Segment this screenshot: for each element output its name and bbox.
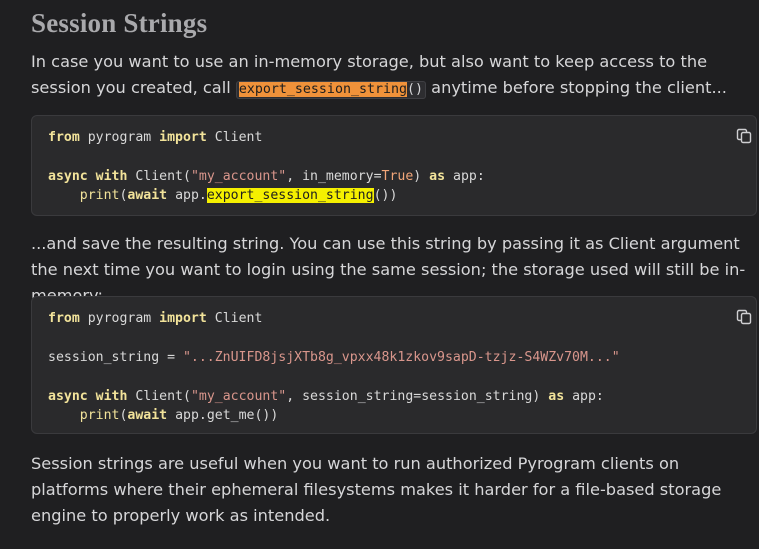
outro-paragraph: Session strings are useful when you want…	[31, 454, 722, 525]
copy-icon	[736, 128, 752, 144]
code-line: from pyrogram import Client	[48, 130, 262, 145]
code-string: "my_account"	[190, 388, 287, 404]
code-block-session-string-source: from pyrogram import Client session_stri…	[48, 309, 620, 425]
code-line: print(await app.get_me())	[48, 408, 279, 424]
code-line: print(await app.export_session_string())	[48, 188, 398, 204]
code-text: , session_string=session_string)	[286, 388, 549, 404]
code-block-export-source: from pyrogram import Client async with C…	[48, 128, 485, 206]
code-text: app:	[564, 388, 604, 404]
code-text: app.get_me())	[167, 408, 279, 424]
code-string: "...ZnUIFD8jsjXTb8g_vpxx48k1zkov9sapD-tz…	[182, 349, 620, 365]
code-block-export: from pyrogram import Client async with C…	[31, 115, 757, 216]
code-keyword: with	[95, 388, 128, 404]
code-text: Client(	[127, 168, 191, 184]
code-line: async with Client("my_account", session_…	[48, 389, 604, 404]
copy-button[interactable]	[736, 309, 752, 325]
code-keyword: await	[127, 408, 168, 424]
code-line: from pyrogram import Client	[48, 311, 262, 326]
copy-button[interactable]	[736, 128, 752, 144]
code-builtin: print	[79, 408, 120, 424]
code-text: session_string =	[48, 349, 183, 365]
code-line: session_string = "...ZnUIFD8jsjXTb8g_vpx…	[48, 350, 620, 365]
code-keyword: from	[48, 130, 80, 145]
intro-text-after: anytime before stopping the client...	[426, 78, 727, 97]
code-text: app.	[167, 188, 207, 204]
code-constant: True	[381, 168, 414, 184]
code-text: pyrogram	[79, 311, 160, 326]
inline-code-highlight: export_session_string	[238, 82, 407, 97]
code-keyword: with	[95, 168, 128, 184]
code-text: pyrogram	[79, 130, 160, 145]
code-keyword: async	[48, 388, 88, 404]
code-text: Client	[206, 130, 263, 145]
code-keyword: async	[48, 168, 88, 184]
code-keyword: as	[429, 168, 446, 184]
code-keyword: import	[159, 311, 207, 326]
code-keyword: await	[127, 188, 168, 204]
code-block-session-string: from pyrogram import Client session_stri…	[31, 296, 757, 434]
code-text: Client	[206, 311, 263, 326]
code-string: "my_account"	[190, 168, 287, 184]
section-title: Session Strings	[31, 8, 208, 38]
code-highlight: export_session_string	[206, 188, 374, 204]
code-keyword: from	[48, 311, 80, 326]
inline-code-parens: ()	[407, 82, 424, 97]
code-line: async with Client("my_account", in_memor…	[48, 169, 485, 184]
copy-icon	[736, 309, 752, 325]
code-text: Client(	[127, 388, 191, 404]
code-keyword: import	[159, 130, 207, 145]
code-text: ())	[373, 188, 398, 204]
code-keyword: as	[548, 388, 565, 404]
code-builtin: print	[79, 188, 120, 204]
code-text: , in_memory=	[286, 168, 382, 184]
code-text: )	[413, 168, 430, 184]
code-text: app:	[445, 168, 485, 184]
intro-paragraph: In case you want to use an in-memory sto…	[31, 49, 759, 103]
inline-code-export-session-string: export_session_string()	[235, 81, 427, 99]
